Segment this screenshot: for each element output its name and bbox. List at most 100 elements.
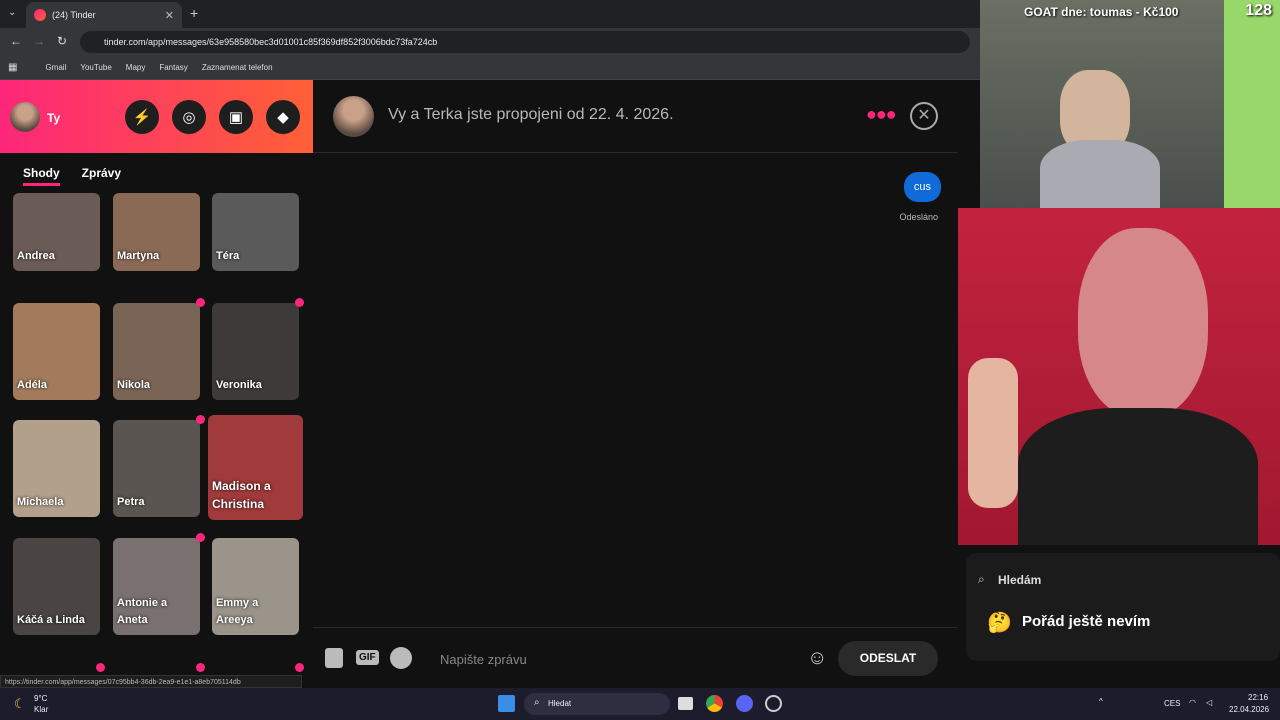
apps-icon[interactable]: ▦	[8, 62, 17, 73]
forward-icon[interactable]: →	[33, 34, 45, 48]
unread-dot	[295, 298, 304, 307]
match-name: Téra	[216, 249, 240, 262]
bookmark-fantasy[interactable]: Fantasy	[159, 63, 187, 72]
match-name: Madison a Christina	[212, 478, 271, 512]
match-card[interactable]: Adéla	[13, 303, 100, 400]
match-name: Veronika	[216, 378, 262, 391]
briefcase-icon[interactable]: ▣	[219, 100, 253, 134]
unread-dot	[96, 663, 105, 672]
message-text: cus	[913, 181, 931, 193]
browser-tab[interactable]: (24) Tinder ✕	[26, 2, 182, 28]
browser-tabbar: ⌄ (24) Tinder ✕ +	[0, 0, 980, 28]
match-card[interactable]: Káčá a Linda	[13, 538, 100, 635]
close-chat-icon[interactable]: ✕	[910, 102, 938, 130]
match-name: Emmy a Areeya	[216, 596, 259, 626]
looking-for-card	[966, 553, 1280, 661]
face-mask	[1078, 228, 1208, 418]
weather-temp[interactable]: 9°C	[34, 694, 47, 703]
profile-video	[958, 208, 1280, 545]
weather-desc[interactable]: Klar	[34, 705, 48, 714]
match-card[interactable]: Andrea	[13, 193, 100, 271]
contact-card-icon[interactable]	[325, 648, 343, 668]
tab-list-icon[interactable]: ⌄	[8, 7, 16, 18]
bookmark-youtube[interactable]: YouTube	[80, 63, 111, 72]
bookmarks-bar: ▦ Gmail YouTube Mapy Fantasy Zaznamenat …	[0, 56, 980, 80]
url-field[interactable]: tinder.com/app/messages/63e958580bec3d01…	[80, 31, 970, 53]
start-icon[interactable]	[498, 695, 515, 712]
emoji-icon[interactable]: ☺	[807, 647, 827, 670]
match-card[interactable]: Nikola	[113, 303, 200, 400]
match-card[interactable]: Petra	[113, 420, 200, 517]
app-icon[interactable]	[765, 695, 782, 712]
discord-icon[interactable]	[736, 695, 753, 712]
match-card[interactable]: Martyna	[113, 193, 200, 271]
chat-header-text: Vy a Terka jste propojeni od 22. 4. 2026…	[388, 106, 674, 123]
bookmark-gmail[interactable]: Gmail	[45, 63, 66, 72]
back-icon[interactable]: ←	[10, 34, 22, 48]
more-icon[interactable]: ●●●	[866, 104, 897, 125]
tab-messages[interactable]: Zprávy	[82, 166, 121, 186]
match-name: Michaela	[17, 495, 64, 508]
message-bubble: cus	[903, 172, 941, 202]
looking-value: Pořád ještě nevím	[1022, 613, 1151, 630]
user-label[interactable]: Ty	[47, 111, 60, 125]
match-card[interactable]: Téra	[212, 193, 299, 271]
match-card[interactable]: Veronika	[212, 303, 299, 400]
matches-panel: Shody Zprávy Andrea Martyna Téra Adéla N…	[0, 153, 313, 688]
chrome-icon[interactable]	[706, 695, 723, 712]
tab-matches[interactable]: Shody	[23, 166, 60, 186]
shield-icon[interactable]: ◆	[266, 100, 300, 134]
address-bar: ← → ↻ tinder.com/app/messages/63e958580b…	[0, 28, 980, 56]
match-name: Nikola	[117, 378, 151, 391]
status-url: https://tinder.com/app/messages/07c95bb4…	[0, 675, 302, 688]
match-name: Adéla	[17, 378, 47, 391]
profile-edge	[958, 80, 980, 208]
search-icon: ⌕	[534, 697, 540, 708]
match-card[interactable]: Emmy a Areeya	[212, 538, 299, 635]
moon-weather-icon[interactable]: ☾	[14, 696, 26, 712]
unread-dot	[196, 298, 205, 307]
bookmark-telefon[interactable]: Zaznamenat telefon	[202, 63, 273, 72]
send-button[interactable]: ODESLAT	[838, 641, 938, 676]
tinder-favicon-icon	[34, 9, 46, 21]
explore-icon[interactable]: ◎	[172, 100, 206, 134]
spotify-icon[interactable]	[390, 647, 412, 669]
avatar[interactable]	[10, 102, 40, 132]
tab-title: (24) Tinder	[52, 10, 96, 20]
search-icon: ⌕	[978, 572, 985, 586]
match-name: Martyna	[117, 249, 160, 262]
boost-icon[interactable]: ⚡	[125, 100, 159, 134]
chat-header: Vy a Terka jste propojeni od 22. 4. 2026…	[313, 80, 958, 153]
wifi-icon[interactable]: ◠	[1189, 698, 1196, 707]
language-indicator[interactable]: CES	[1164, 699, 1180, 708]
taskbar-search[interactable]: ⌕ Hledat	[524, 693, 670, 715]
tray-chevron-icon[interactable]: ^	[1099, 697, 1103, 706]
kick-count: 128	[1245, 2, 1272, 19]
clock-time[interactable]: 22:16	[1248, 693, 1268, 702]
close-tab-icon[interactable]: ✕	[165, 9, 174, 22]
unread-dot	[196, 663, 205, 672]
bookmark-mapy[interactable]: Mapy	[126, 63, 146, 72]
shirt	[1018, 408, 1258, 545]
match-card[interactable]: Antonie a Aneta	[113, 538, 200, 635]
match-name: Andrea	[17, 249, 55, 262]
message-input[interactable]: Napište zprávu	[440, 652, 527, 667]
volume-icon[interactable]: ◁	[1206, 698, 1212, 707]
looking-label: Hledám	[998, 573, 1042, 587]
green-screen-strip	[1224, 0, 1280, 208]
task-view-icon[interactable]	[678, 697, 693, 710]
clock-date[interactable]: 22.04.2026	[1229, 705, 1269, 714]
profile-panel: ⌕ Hledám 🤔 Pořád ještě nevím	[958, 545, 1280, 688]
reload-icon[interactable]: ↻	[57, 34, 67, 48]
hand	[968, 358, 1018, 508]
gif-icon[interactable]: GIF	[356, 650, 379, 665]
match-card[interactable]: Madison a Christina	[208, 415, 303, 520]
match-card[interactable]: Michaela	[13, 420, 100, 517]
message-input-bar: GIF Napište zprávu ☺ ODESLAT	[313, 627, 958, 688]
chat-area: cus Odesláno	[313, 153, 958, 627]
new-tab-icon[interactable]: +	[190, 5, 198, 21]
windows-taskbar: ☾ 9°C Klar ⌕ Hledat ^ CES ◠ ◁ 22:16 22.0…	[0, 688, 1280, 720]
streamer-hoodie	[1040, 140, 1160, 208]
match-name: Antonie a Aneta	[117, 596, 168, 626]
match-avatar[interactable]	[333, 96, 374, 137]
